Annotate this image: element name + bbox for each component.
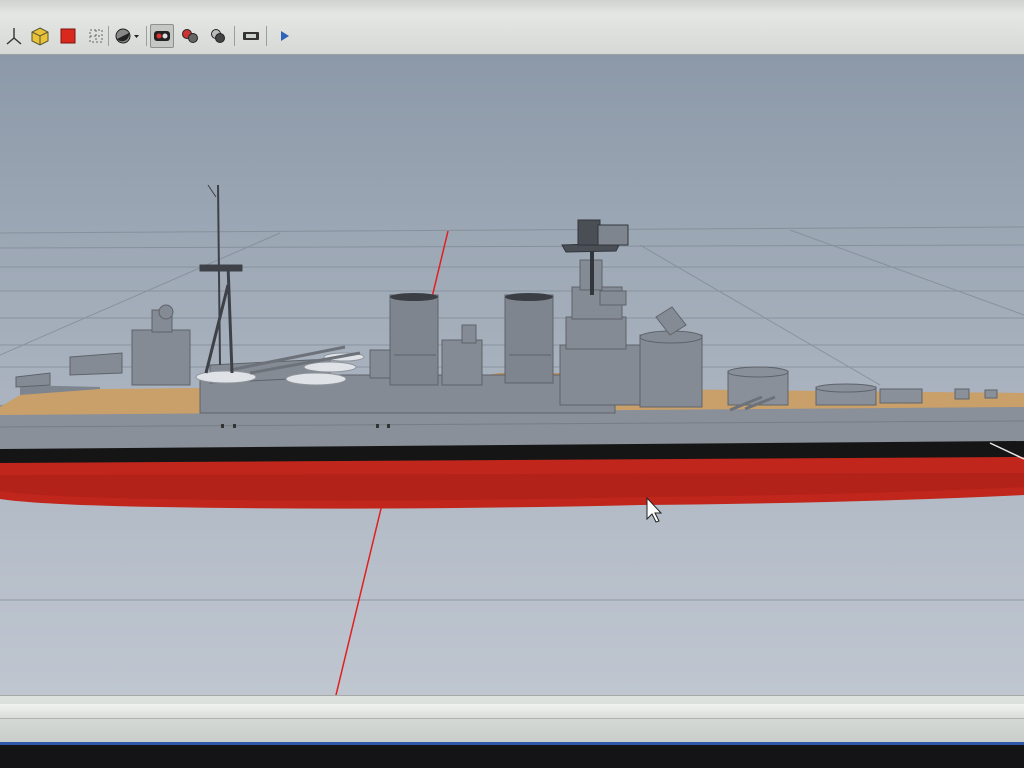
- iso-view-icon[interactable]: [28, 24, 52, 48]
- face-style-icon[interactable]: [56, 24, 80, 48]
- ship-model-scene: [0, 184, 1024, 695]
- axes-icon[interactable]: [2, 24, 26, 48]
- bridge-tower: [559, 259, 703, 408]
- toolbar: [0, 0, 1024, 56]
- status-strip: [0, 704, 1024, 719]
- x-ray-view-icon[interactable]: [150, 24, 174, 48]
- hidden-geometry-icon[interactable]: [178, 24, 202, 48]
- camera-icon[interactable]: [239, 24, 263, 48]
- toolbar-separator: [146, 26, 147, 46]
- shading-dropdown-icon[interactable]: [112, 24, 142, 48]
- shadows-icon[interactable]: [206, 24, 230, 48]
- status-bar: [0, 695, 1024, 746]
- toolbar-separator: [234, 26, 235, 46]
- toolbar-separator: [266, 26, 267, 46]
- grid-icon[interactable]: [84, 24, 108, 48]
- toolbar-separator: [108, 26, 109, 46]
- 3d-viewport[interactable]: [0, 55, 1024, 695]
- play-icon[interactable]: [272, 24, 296, 48]
- title-strip: [0, 0, 1024, 14]
- monitor-bezel: [0, 745, 1024, 768]
